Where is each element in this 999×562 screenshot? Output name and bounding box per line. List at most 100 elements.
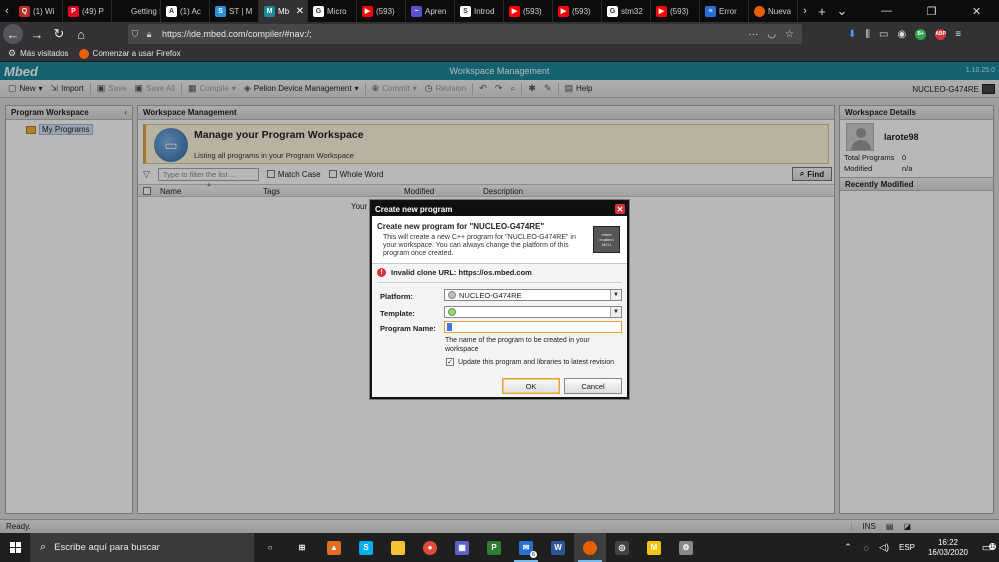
- browser-tab[interactable]: G Micro: [308, 0, 357, 22]
- browser-tab[interactable]: ▶ (593): [357, 0, 406, 22]
- browser-tab[interactable]: ≡ Error: [700, 0, 749, 22]
- notification-count: 12: [989, 543, 996, 550]
- bookmark-star-icon[interactable]: ☆: [785, 29, 794, 40]
- clock[interactable]: 16:22 16/03/2020: [921, 538, 975, 558]
- tab-scroll-left-icon[interactable]: ‹: [0, 0, 14, 22]
- taskbar-app-mail[interactable]: ✉ 6: [510, 533, 542, 562]
- program-name-input[interactable]: [444, 321, 622, 333]
- google-icon: G: [607, 5, 618, 17]
- taskbar-app-timeline[interactable]: ⊞: [286, 533, 318, 562]
- forward-icon[interactable]: →: [26, 23, 48, 45]
- taskbar-app-skype[interactable]: S: [350, 533, 382, 562]
- tab-list-chevron-icon[interactable]: ⌄: [832, 3, 852, 19]
- pocket-icon[interactable]: ◡: [767, 29, 776, 40]
- start-button[interactable]: [0, 533, 30, 562]
- url-text[interactable]: https://ide.mbed.com/compiler/#nav:/;: [162, 29, 312, 39]
- tab-scroll-right-icon[interactable]: ›: [798, 0, 812, 22]
- page-icon: ~: [411, 5, 422, 17]
- downloads-icon[interactable]: ⬇: [848, 29, 856, 40]
- browser-tab[interactable]: P (49) P: [63, 0, 112, 22]
- menu-icon[interactable]: ≡: [955, 29, 961, 40]
- restore-window-icon[interactable]: ❐: [909, 0, 954, 22]
- bookmark-get-started[interactable]: Comenzar a usar Firefox: [93, 49, 181, 58]
- close-icon[interactable]: ✕: [615, 204, 625, 214]
- reload-icon[interactable]: ↻: [48, 23, 70, 45]
- taskbar-app-matlab[interactable]: ▲: [318, 533, 350, 562]
- youtube-icon: ▶: [362, 5, 373, 17]
- back-icon[interactable]: ←: [3, 24, 23, 44]
- browser-tab[interactable]: ~ Apren: [406, 0, 455, 22]
- network-icon[interactable]: ◌: [857, 543, 875, 553]
- minimize-window-icon[interactable]: —: [864, 0, 909, 22]
- page-icon: ≡: [705, 5, 716, 17]
- taskbar-app-mega[interactable]: M: [638, 533, 670, 562]
- platform-label: Platform:: [380, 292, 413, 301]
- cancel-button[interactable]: Cancel: [564, 378, 622, 394]
- bookmark-most-visited[interactable]: Más visitados: [20, 49, 68, 58]
- volume-icon[interactable]: ◁): [875, 542, 893, 553]
- template-select[interactable]: ▼: [444, 306, 622, 318]
- taskbar-app-calculator[interactable]: ▦: [446, 533, 478, 562]
- media-icon: ◎: [615, 540, 629, 555]
- account-icon[interactable]: ◉: [897, 29, 906, 40]
- create-program-dialog: Create new program ✕ Create new program …: [370, 200, 629, 399]
- new-tab-icon[interactable]: +: [812, 4, 832, 19]
- page-actions-icon[interactable]: ···: [748, 29, 758, 40]
- close-tab-icon[interactable]: ✕: [296, 6, 304, 17]
- google-icon: G: [313, 5, 324, 17]
- adblock-icon[interactable]: ABP: [935, 28, 947, 40]
- chevron-down-icon[interactable]: ▼: [610, 307, 621, 317]
- browser-tab[interactable]: Getting Sta: [112, 0, 161, 22]
- browser-tab[interactable]: Nueva: [749, 0, 798, 22]
- mcu-chip-icon: mbed enabled MCU: [593, 226, 620, 253]
- home-icon[interactable]: ⌂: [70, 23, 92, 45]
- project-icon: P: [487, 540, 501, 555]
- dialog-title-bar[interactable]: Create new program ✕: [372, 202, 627, 216]
- gear-icon: ⚙: [8, 48, 17, 58]
- taskbar-app-media[interactable]: ◎: [606, 533, 638, 562]
- taskbar-app-task-view[interactable]: ○: [254, 533, 286, 562]
- youtube-icon: ▶: [656, 5, 667, 17]
- browser-tab[interactable]: S ST | M: [210, 0, 259, 22]
- browser-tab[interactable]: ▶ (593): [651, 0, 700, 22]
- browser-nav-bar: ← → ↻ ⌂ ⛉ 🔒︎ https://ide.mbed.com/compil…: [0, 22, 999, 46]
- ok-button[interactable]: OK: [502, 378, 560, 394]
- library-icon[interactable]: ⫼: [865, 29, 870, 40]
- browser-tab[interactable]: Gstm32: [602, 0, 651, 22]
- word-icon: W: [551, 540, 565, 555]
- error-message: ! Invalid clone URL: https://os.mbed.com: [377, 268, 532, 277]
- lock-icon[interactable]: 🔒︎: [142, 29, 156, 40]
- app-icon: A: [166, 5, 177, 17]
- chevron-down-icon[interactable]: ▼: [610, 290, 621, 300]
- tab-label: (1) Wi: [33, 6, 55, 16]
- taskbar-app-explorer[interactable]: [382, 533, 414, 562]
- taskbar-app-app[interactable]: ⚙: [670, 533, 702, 562]
- url-bar[interactable]: ⛉ 🔒︎ https://ide.mbed.com/compiler/#nav:…: [128, 24, 802, 44]
- taskbar-app-chrome[interactable]: ●: [414, 533, 446, 562]
- browser-tab[interactable]: M Mb ✕: [259, 0, 308, 22]
- extension-green-icon[interactable]: B+: [915, 28, 927, 40]
- notification-center-icon[interactable]: ▭ 12: [975, 541, 999, 554]
- taskbar-app-word[interactable]: W: [542, 533, 574, 562]
- browser-tab[interactable]: A (1) Ac: [161, 0, 210, 22]
- youtube-icon: ▶: [558, 5, 569, 17]
- update-libraries-checkbox[interactable]: ✓ Update this program and libraries to l…: [446, 358, 614, 366]
- pinterest-icon: P: [68, 5, 79, 17]
- tab-label: Micro: [327, 6, 347, 16]
- taskbar-app-project[interactable]: P: [478, 533, 510, 562]
- close-window-icon[interactable]: ✕: [954, 0, 999, 22]
- dialog-header: Create new program for "NUCLEO-G474RE" T…: [372, 216, 627, 264]
- shield-icon[interactable]: ⛉: [128, 29, 142, 40]
- browser-tab[interactable]: ▶ (593): [504, 0, 553, 22]
- tray-chevron-up-icon[interactable]: ⌃: [839, 542, 857, 553]
- tab-label: stm32: [621, 6, 643, 16]
- taskbar-app-firefox[interactable]: [574, 533, 606, 562]
- sidebar-icon[interactable]: ▭: [879, 29, 888, 40]
- browser-tab[interactable]: ▶ (593): [553, 0, 602, 22]
- language-indicator[interactable]: ESP: [893, 543, 921, 552]
- browser-tab[interactable]: S Introd: [455, 0, 504, 22]
- browser-tab[interactable]: Q (1) Wi: [14, 0, 63, 22]
- taskbar-search[interactable]: ⌕ Escribe aquí para buscar: [30, 533, 254, 562]
- timeline-icon: ⊞: [295, 540, 309, 555]
- platform-select[interactable]: NUCLEO-G474RE ▼: [444, 289, 622, 301]
